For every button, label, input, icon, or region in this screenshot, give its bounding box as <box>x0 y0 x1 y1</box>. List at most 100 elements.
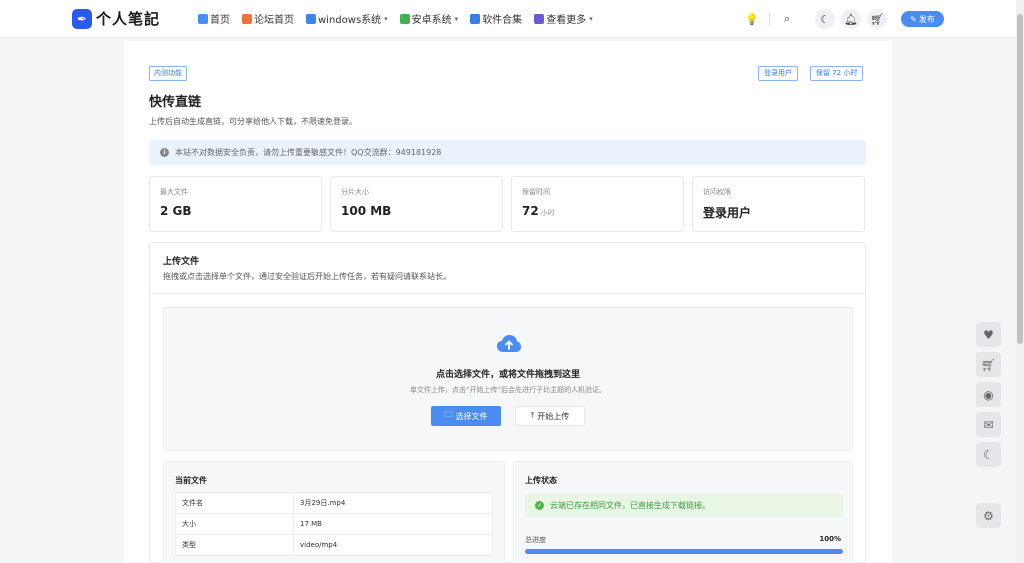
top-navbar: ✒ 个人笔記 首页 论坛首页 windows系统 ▾ 安卓系统 ▾ 软件合集 查看更多 ▾ 💡 … <box>0 0 1016 38</box>
search-icon[interactable]: ⌕ <box>777 9 797 29</box>
forum-icon <box>242 13 252 24</box>
stat-card: 最大文件 2 GB <box>149 176 322 232</box>
stat-value-row: 72 小时 <box>522 204 673 218</box>
home-icon <box>198 13 208 24</box>
site-logo[interactable]: ✒ 个人笔記 <box>72 8 160 29</box>
divider <box>769 13 770 25</box>
current-file-title: 当前文件 <box>175 476 207 485</box>
android-icon <box>399 13 410 24</box>
upload-icon: ⤒ <box>530 411 535 420</box>
main-card: 内测功能 登录用户 保留 72 小时 快传直链 上传后自动生成直链，可分享给他人… <box>124 41 892 563</box>
windows-icon <box>306 13 316 24</box>
login-required-badge: 登录用户 <box>758 66 798 81</box>
folder-icon: 🗀 <box>444 410 453 419</box>
success-text: 云端已存在相同文件，已直接生成下载链接。 <box>550 500 710 510</box>
logo-icon: ✒ <box>72 8 92 29</box>
moon-icon[interactable]: ☾ <box>976 442 1001 467</box>
pencil-icon: ✎ <box>910 14 917 24</box>
row-value: video/mp4 <box>293 534 493 556</box>
progress-label: 总进度 <box>525 536 546 544</box>
upload-title: 上传文件 <box>163 257 200 267</box>
main-nav: 首页 论坛首页 windows系统 ▾ 安卓系统 ▾ 软件合集 查看更多 ▾ <box>198 11 605 26</box>
row-value: 17 MB <box>293 513 493 535</box>
select-file-button[interactable]: 🗀 选择文件 <box>431 406 501 426</box>
start-upload-button[interactable]: ⤒ 开始上传 <box>515 406 585 426</box>
row-value: 3月29日.mp4 <box>293 492 493 514</box>
upload-status-box: 上传状态 ✓ 云端已存在相同文件，已直接生成下载链接。 总进度 100% <box>513 461 853 563</box>
select-file-label: 选择文件 <box>455 411 488 421</box>
nav-item-0[interactable]: 首页 <box>198 11 230 26</box>
cart-icon[interactable]: 🛒︎ <box>976 352 1001 377</box>
success-message: ✓ 云端已存在相同文件，已直接生成下载链接。 <box>525 493 843 517</box>
apps-icon <box>470 13 481 24</box>
stat-value-row: 登录用户 <box>703 204 854 221</box>
logo-text: 个人笔記 <box>96 10 161 28</box>
nav-item-3[interactable]: 安卓系统 ▾ <box>399 11 459 26</box>
cart-icon[interactable]: 🛒︎ <box>867 9 887 29</box>
nav-label: 论坛首页 <box>254 15 294 26</box>
nav-item-1[interactable]: 论坛首页 <box>242 11 294 26</box>
start-upload-label: 开始上传 <box>537 411 570 421</box>
stat-value-row: 2 GB <box>160 204 311 218</box>
beta-badge: 内测功能 <box>149 66 187 81</box>
stat-value-row: 100 MB <box>341 204 492 218</box>
info-icon: i <box>160 148 169 157</box>
progress-value: 100% <box>819 535 841 543</box>
upload-description: 拖拽或点击选择单个文件，通过安全验证后开始上传任务，若有疑问请联系站长。 <box>163 272 451 281</box>
nav-label: 安卓系统 <box>411 15 452 26</box>
scrollbar-thumb[interactable] <box>1017 14 1023 344</box>
nav-label: 首页 <box>210 15 230 26</box>
chevron-down-icon: ▾ <box>589 14 593 23</box>
moon-icon[interactable]: ☾ <box>815 9 835 29</box>
stat-card: 分片大小 100 MB <box>330 176 503 232</box>
table-row: 大小 17 MB <box>175 513 493 535</box>
check-circle-icon: ✓ <box>535 500 544 510</box>
row-key: 类型 <box>175 534 294 556</box>
stat-value: 72 <box>522 204 539 218</box>
stat-label: 访问权限 <box>703 188 731 196</box>
stat-label: 分片大小 <box>341 188 369 196</box>
stat-unit: 小时 <box>540 209 555 217</box>
nav-label: 查看更多 <box>546 15 587 26</box>
nav-item-5[interactable]: 查看更多 ▾ <box>534 11 593 26</box>
stat-label: 最大文件 <box>160 188 188 196</box>
page-scrollbar[interactable] <box>1016 0 1024 563</box>
bell-icon[interactable]: 🔔︎ <box>841 9 861 29</box>
stat-value: 100 MB <box>341 204 392 218</box>
heart-icon[interactable]: ♥ <box>976 322 1001 347</box>
chevron-down-icon: ▾ <box>454 14 459 23</box>
dropzone-title: 点击选择文件，或将文件拖拽到这里 <box>435 370 580 380</box>
lightbulb-icon[interactable]: 💡 <box>742 9 762 29</box>
stat-card: 保留时间 72 小时 <box>511 176 684 232</box>
page-title: 快传直链 <box>149 95 202 110</box>
row-key: 大小 <box>175 513 294 535</box>
row-key: 文件名 <box>175 492 294 514</box>
settings-gear-icon[interactable]: ⚙ <box>976 503 1001 528</box>
upload-panel: 上传文件 拖拽或点击选择单个文件，通过安全验证后开始上传任务，若有疑问请联系站长… <box>149 242 866 563</box>
divider <box>150 293 865 294</box>
progress-fill <box>525 549 843 554</box>
nav-item-2[interactable]: windows系统 ▾ <box>306 11 388 26</box>
publish-button[interactable]: ✎ 发布 <box>901 11 944 27</box>
notice-text: 本站不对数据安全负责，请勿上传重要敏感文件！QQ交流群：949181928 <box>175 148 442 157</box>
current-file-box: 当前文件 文件名 3月29日.mp4 大小 17 MB 类型 video/mp4 <box>163 461 505 563</box>
cloud-upload-icon <box>497 335 521 352</box>
qq-icon[interactable]: ◉ <box>976 382 1001 407</box>
more-icon <box>534 13 545 24</box>
table-row: 类型 video/mp4 <box>175 534 493 556</box>
status-title: 上传状态 <box>525 476 557 485</box>
file-info-table: 文件名 3月29日.mp4 大小 17 MB 类型 video/mp4 <box>175 492 493 556</box>
table-row: 文件名 3月29日.mp4 <box>175 492 493 514</box>
notice-banner: i 本站不对数据安全负责，请勿上传重要敏感文件！QQ交流群：949181928 <box>149 140 866 165</box>
chevron-down-icon: ▾ <box>384 14 388 23</box>
stat-label: 保留时间 <box>522 188 550 196</box>
wechat-icon[interactable]: ✉ <box>976 412 1001 437</box>
file-dropzone[interactable]: 点击选择文件，或将文件拖拽到这里 单文件上传，点击“开始上传”后会先进行子比主题… <box>163 307 853 451</box>
publish-label: 发布 <box>918 14 935 24</box>
nav-label: windows系统 <box>318 15 382 26</box>
stat-card: 访问权限 登录用户 <box>692 176 865 232</box>
page-subtitle: 上传后自动生成直链，可分享给他人下载，不限速免登录。 <box>149 117 357 126</box>
nav-item-4[interactable]: 软件合集 <box>470 11 522 26</box>
nav-label: 软件合集 <box>482 15 523 26</box>
stat-value: 登录用户 <box>703 206 752 220</box>
